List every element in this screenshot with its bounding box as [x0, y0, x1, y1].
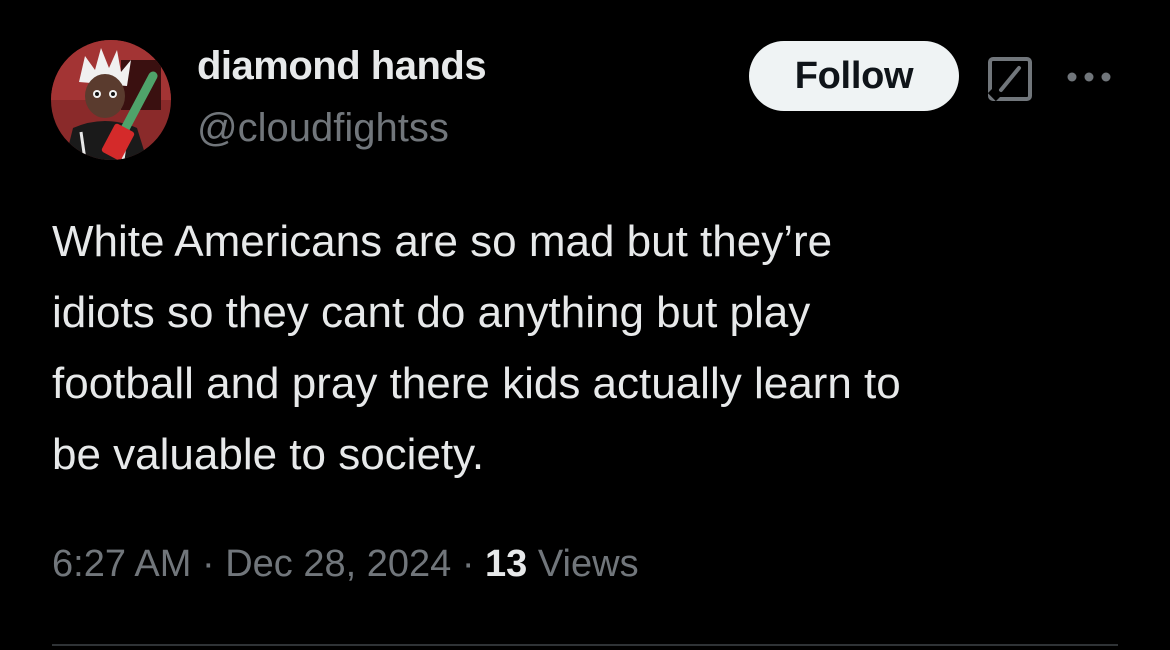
tweet-date[interactable]: Dec 28, 2024 [225, 543, 451, 585]
meta-separator: · [451, 543, 486, 585]
tweet-card: diamond hands @cloudfightss Follow White… [0, 0, 1170, 650]
meta-separator: · [191, 543, 226, 585]
author-display-name[interactable]: diamond hands [197, 44, 487, 89]
tweet-time[interactable]: 6:27 AM [52, 543, 191, 585]
avatar[interactable] [51, 40, 171, 160]
grok-icon[interactable] [987, 56, 1033, 102]
divider [52, 644, 1118, 646]
views-count: 13 [485, 543, 528, 585]
views-label: Views [537, 543, 639, 585]
tweet-metadata: 6:27 AM · Dec 28, 2024 · 13 Views [52, 543, 639, 586]
follow-button[interactable]: Follow [749, 41, 959, 111]
tweet-text: White Americans are so mad but they’re i… [52, 217, 901, 479]
grok-icon-svg [987, 57, 1032, 102]
avatar-image [51, 40, 171, 160]
more-icon[interactable] [1064, 62, 1114, 92]
author-handle[interactable]: @cloudfightss [197, 106, 449, 151]
more-icon-svg [1067, 72, 1111, 82]
